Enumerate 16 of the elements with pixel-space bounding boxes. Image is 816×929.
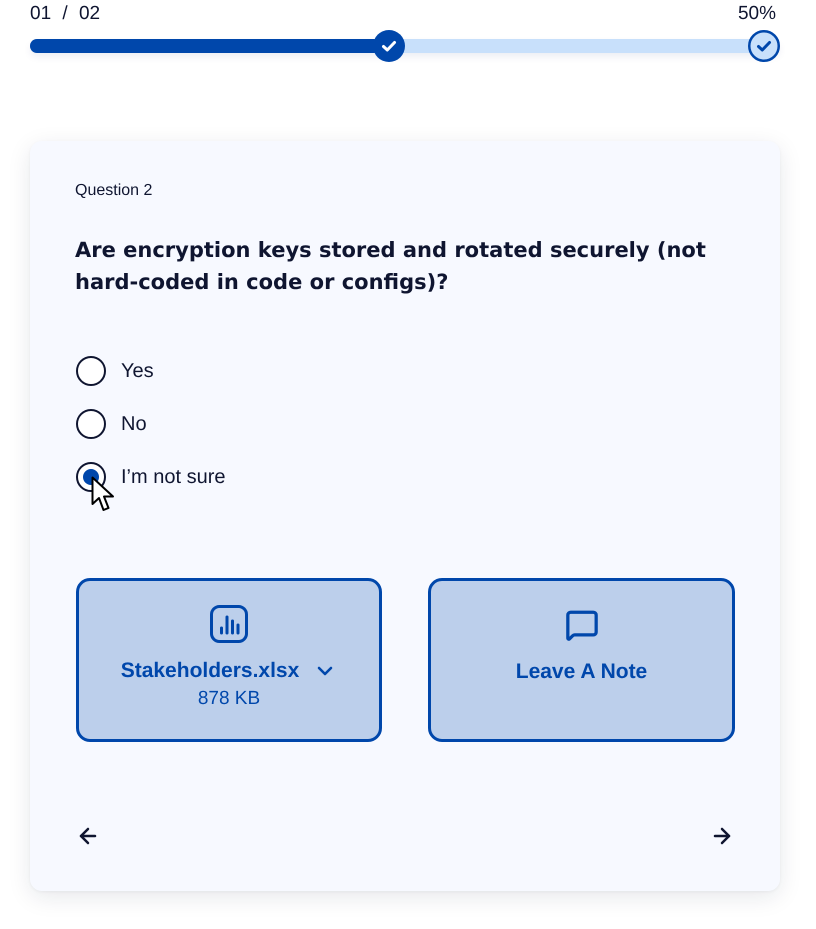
radio-button[interactable] [76,356,106,386]
file-name: Stakeholders.xlsx [120,658,300,684]
bar-chart-icon [210,605,248,643]
file-attachment-button[interactable]: Stakeholders.xlsx 878 KB [76,578,382,742]
question-text: Are encryption keys stored and rotated securely (not hard-coded in code or configs)? [75,237,707,296]
option-label[interactable]: I’m not sure [121,465,226,489]
leave-note-button[interactable]: Leave A Note [428,578,735,742]
option-label[interactable]: No [121,412,147,436]
question-number: Question 2 [75,181,154,201]
progress-percent: 50% [738,3,776,25]
radio-button[interactable] [76,409,106,439]
option-label[interactable]: Yes [121,359,154,383]
speech-bubble-icon [564,608,598,642]
step-counter: 01 / 02 [30,3,100,25]
note-label: Leave A Note [516,659,648,685]
file-size: 878 KB [198,687,260,711]
